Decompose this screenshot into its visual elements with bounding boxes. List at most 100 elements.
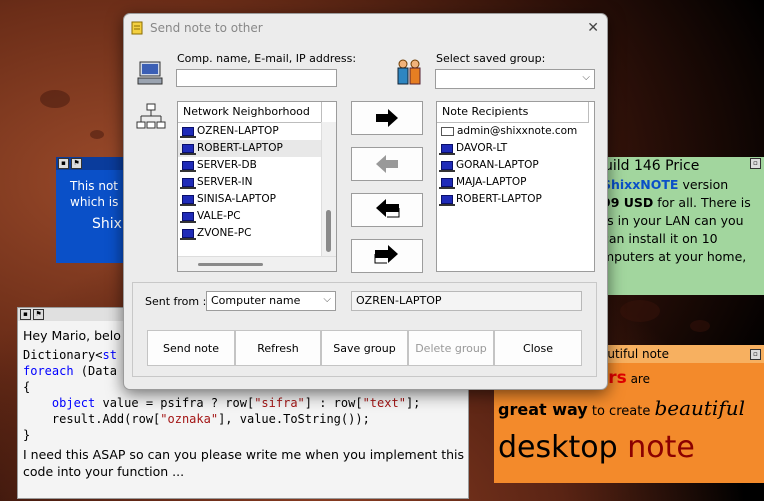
list-header: Network Neighborhood — [178, 102, 322, 123]
computer-icon — [180, 195, 196, 206]
recipient-list-item[interactable]: MAJA-LAPTOP — [437, 174, 594, 191]
network-icon — [136, 103, 166, 129]
network-list-item[interactable]: SERVER-IN — [178, 174, 322, 191]
recipient-item-label: DAVOR-LT — [456, 142, 508, 154]
sender-name-field: OZREN-LAPTOP — [351, 291, 582, 311]
recipient-list-item[interactable]: admin@shixxnote.com — [437, 123, 594, 140]
note-text: beautiful — [654, 396, 746, 420]
note-alarm-icon[interactable]: ⚑ — [71, 158, 82, 169]
computer-icon — [180, 127, 196, 138]
save-group-button[interactable]: Save group — [321, 330, 408, 366]
code-text: ]; — [405, 396, 421, 410]
horizontal-scrollbar[interactable] — [178, 256, 336, 271]
scroll-thumb[interactable] — [326, 210, 331, 252]
note-close-icon[interactable]: ▫ — [750, 158, 761, 169]
computer-icon — [439, 178, 455, 189]
network-item-label: OZREN-LAPTOP — [197, 125, 279, 137]
group-icon — [397, 59, 421, 85]
note-text: desktop — [498, 430, 618, 465]
comp-address-input[interactable] — [176, 69, 337, 87]
close-button[interactable]: Close — [494, 330, 582, 366]
send-note-dialog[interactable]: Send note to other ✕ Comp. name, E-mail,… — [123, 13, 608, 390]
close-icon[interactable]: ✕ — [587, 20, 599, 36]
network-list-item[interactable]: ZVONE-PC — [178, 225, 322, 242]
computer-icon — [439, 195, 455, 206]
note-text: I need this ASAP so can you please write… — [23, 447, 465, 462]
network-neighborhood-list[interactable]: Network Neighborhood OZREN-LAPTOP ROBERT-… — [177, 101, 337, 272]
green-note[interactable]: uild 146 Price ▫ ShixxNOTE version 99 US… — [598, 157, 764, 295]
mars-crater — [690, 320, 710, 332]
double-arrow-right-icon — [374, 245, 398, 264]
note-text: great way — [498, 400, 588, 419]
computer-icon — [439, 144, 455, 155]
network-item-label: ZVONE-PC — [197, 227, 252, 239]
note-menu-icon[interactable]: ▪ — [20, 309, 31, 320]
add-recipient-button[interactable] — [351, 101, 423, 135]
sent-from-label: Sent from : — [145, 295, 207, 308]
note-close-icon[interactable]: ▫ — [750, 348, 761, 360]
network-list-item[interactable]: SINISA-LAPTOP — [178, 191, 322, 208]
recipient-list-item[interactable]: ROBERT-LAPTOP — [437, 191, 594, 208]
note-menu-icon[interactable]: ▪ — [58, 158, 69, 169]
note-text: code into your function ... — [23, 464, 185, 479]
note-text: note — [617, 430, 695, 465]
price: 99 USD — [602, 195, 654, 210]
code-text: value = psifra ? row[ — [95, 396, 255, 410]
network-list-item[interactable]: ROBERT-LAPTOP — [178, 140, 322, 157]
code-text: ], value.ToString()); — [218, 412, 370, 426]
dialog-title: Send note to other — [150, 21, 263, 35]
scroll-thumb[interactable] — [198, 263, 263, 266]
network-item-label: SINISA-LAPTOP — [197, 193, 276, 205]
code-text: (Data — [73, 364, 117, 378]
network-item-label: SERVER-DB — [197, 159, 257, 171]
computer-icon — [137, 61, 163, 85]
network-list-item[interactable]: OZREN-LAPTOP — [178, 123, 322, 140]
code-keyword: object — [23, 396, 96, 410]
mars-crater — [620, 300, 660, 322]
recipient-item-label: ROBERT-LAPTOP — [456, 193, 542, 205]
recipient-list-item[interactable]: GORAN-LAPTOP — [437, 157, 594, 174]
network-list-item[interactable]: VALE-PC — [178, 208, 322, 225]
computer-icon — [439, 161, 455, 172]
dialog-titlebar[interactable]: Send note to other ✕ — [124, 14, 607, 42]
arrow-left-icon — [376, 155, 398, 173]
note-alarm-icon[interactable]: ⚑ — [33, 309, 44, 320]
network-item-label: VALE-PC — [197, 210, 241, 222]
remove-recipient-button[interactable] — [351, 147, 423, 181]
recipient-item-label: admin@shixxnote.com — [457, 125, 578, 137]
remove-all-recipients-button[interactable] — [351, 193, 423, 227]
refresh-button[interactable]: Refresh — [235, 330, 321, 366]
list-header: Note Recipients — [437, 102, 589, 123]
code-text: ] : row[ — [304, 396, 363, 410]
code-keyword: st — [102, 348, 117, 362]
email-icon — [441, 127, 454, 136]
code-text: Dictionary< — [23, 348, 103, 362]
note-text: can install it on 10 — [602, 231, 718, 246]
saved-group-select[interactable]: ⌵ — [435, 69, 595, 89]
note-app-icon — [131, 21, 143, 35]
vertical-scrollbar[interactable] — [321, 122, 336, 257]
group-label: Select saved group: — [436, 52, 546, 65]
network-item-label: SERVER-IN — [197, 176, 253, 188]
computer-icon — [180, 212, 196, 223]
recipient-list-item[interactable]: DAVOR-LT — [437, 140, 594, 157]
sent-from-select[interactable]: Computer name ⌵ — [206, 291, 336, 311]
chevron-down-icon: ⌵ — [582, 72, 590, 83]
network-list-item[interactable]: SERVER-DB — [178, 157, 322, 174]
product-name: ShixxNOTE — [602, 177, 679, 192]
send-note-button[interactable]: Send note — [147, 330, 235, 366]
code-string: "text" — [362, 396, 406, 410]
code-text: } — [23, 428, 31, 442]
delete-group-button[interactable]: Delete group — [408, 330, 494, 366]
sent-from-value: Computer name — [211, 294, 301, 307]
add-all-recipients-button[interactable] — [351, 239, 423, 273]
mars-crater — [40, 90, 70, 108]
code-keyword: foreach — [23, 364, 74, 378]
computer-icon — [180, 161, 196, 172]
note-text: mputers at your home, — [602, 249, 747, 264]
note-recipients-list[interactable]: Note Recipients admin@shixxnote.com DAVOR… — [436, 101, 595, 272]
code-string: "sifra" — [254, 396, 305, 410]
arrow-right-icon — [376, 109, 398, 127]
computer-icon — [180, 144, 196, 155]
network-item-label: ROBERT-LAPTOP — [197, 142, 283, 154]
